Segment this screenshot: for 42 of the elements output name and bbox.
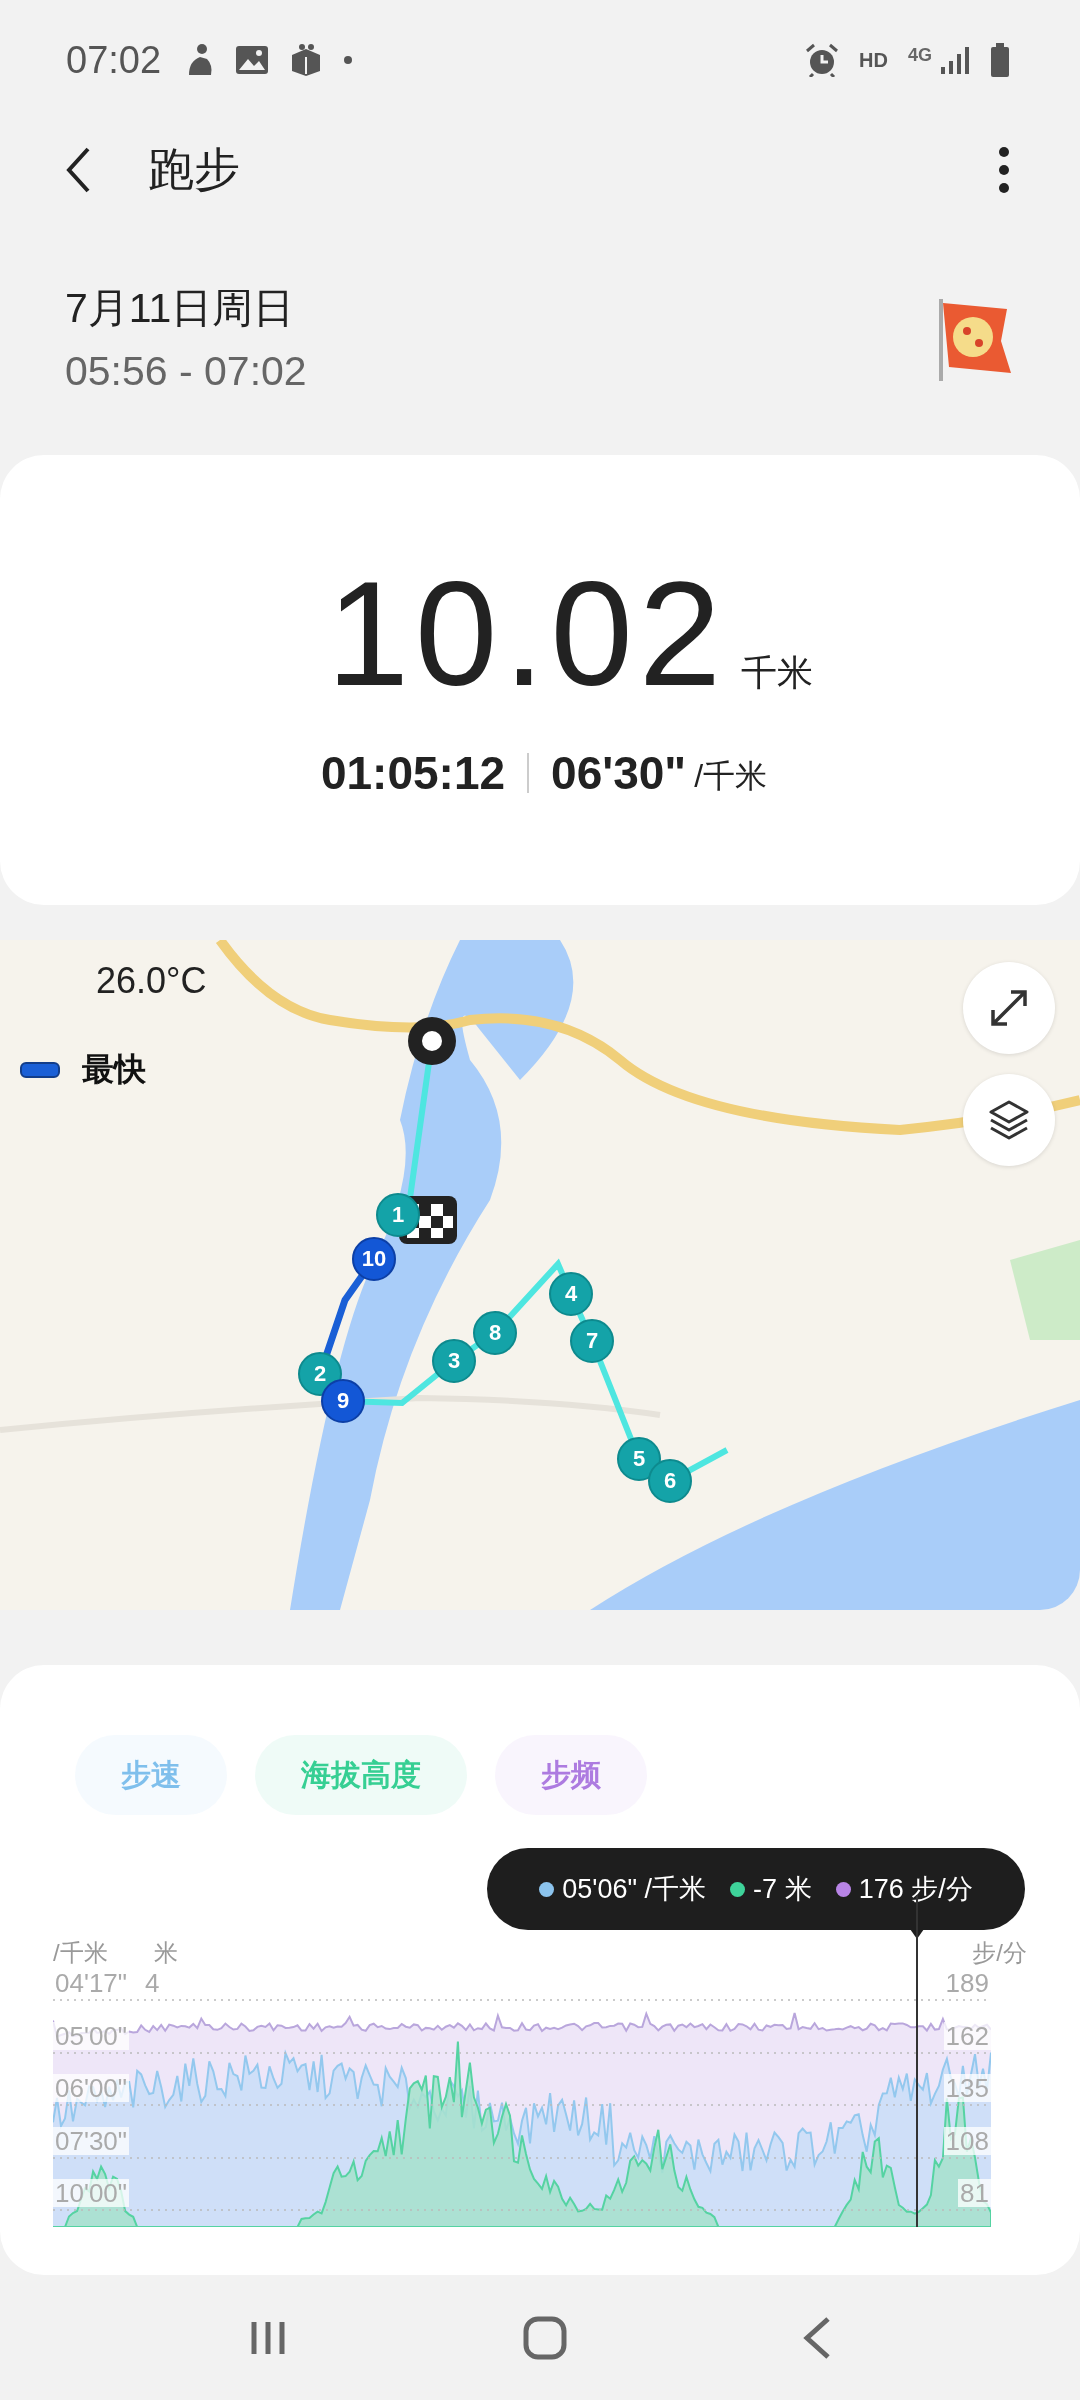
battery-icon bbox=[990, 43, 1010, 77]
image-icon bbox=[235, 45, 270, 75]
metric-toggle[interactable]: 海拔高度 bbox=[255, 1735, 467, 1815]
pace-tick-label: 05'00" bbox=[53, 2022, 130, 2050]
pace-tick-label: 07'30" bbox=[53, 2127, 130, 2155]
start-pin-icon bbox=[406, 1015, 458, 1067]
cadence-tick-label: 81 bbox=[958, 2179, 991, 2207]
alarm-icon bbox=[805, 43, 840, 77]
tooltip-value: 05'06" /千米 bbox=[562, 1873, 707, 1906]
clock-time: 07:02 bbox=[66, 38, 162, 82]
altitude-axis-unit: 米 bbox=[153, 1938, 179, 1968]
legend-label: 最快 bbox=[82, 1050, 146, 1089]
pace-value: 06'30" bbox=[551, 746, 687, 800]
temperature-label: 26.0°C bbox=[96, 960, 207, 1002]
date-label: 7月11日周日 bbox=[65, 283, 296, 333]
time-range: 05:56 - 07:02 bbox=[65, 347, 307, 395]
cadence-tick-label: 162 bbox=[943, 2022, 991, 2050]
metric-toggle[interactable]: 步频 bbox=[495, 1735, 647, 1815]
network-label: 4G bbox=[908, 45, 932, 66]
hd-label: HD bbox=[859, 48, 888, 72]
signal-icon bbox=[940, 45, 970, 75]
home-icon bbox=[523, 2315, 567, 2360]
pace-tick-label: 06'00" bbox=[53, 2074, 130, 2102]
tooltip-value: 176 步/分 bbox=[858, 1873, 973, 1906]
tooltip-value: -7 米 bbox=[753, 1873, 812, 1906]
distance-unit: 千米 bbox=[741, 651, 814, 695]
metric-toggle[interactable]: 步速 bbox=[75, 1735, 227, 1815]
cadence-tick-label: 135 bbox=[943, 2074, 991, 2102]
pace-axis-unit: /千米 bbox=[53, 1938, 108, 1968]
expand-icon bbox=[989, 988, 1029, 1028]
distance-value: 10.02 bbox=[326, 560, 728, 708]
page-title: 跑步 bbox=[148, 142, 241, 197]
pace-unit: /千米 bbox=[694, 757, 768, 796]
cadence-tick-label: 108 bbox=[943, 2127, 991, 2155]
more-options-button[interactable] bbox=[998, 147, 1010, 193]
duration-value: 01:05:12 bbox=[320, 746, 506, 800]
pace-tick-label: 10'00" bbox=[53, 2179, 130, 2207]
fastest-legend-swatch bbox=[20, 1062, 60, 1078]
layers-icon bbox=[987, 1098, 1031, 1142]
cadence-axis-unit: 步/分 bbox=[972, 1938, 1027, 1968]
dot-icon bbox=[343, 55, 354, 65]
more-options-icon bbox=[998, 147, 1010, 193]
